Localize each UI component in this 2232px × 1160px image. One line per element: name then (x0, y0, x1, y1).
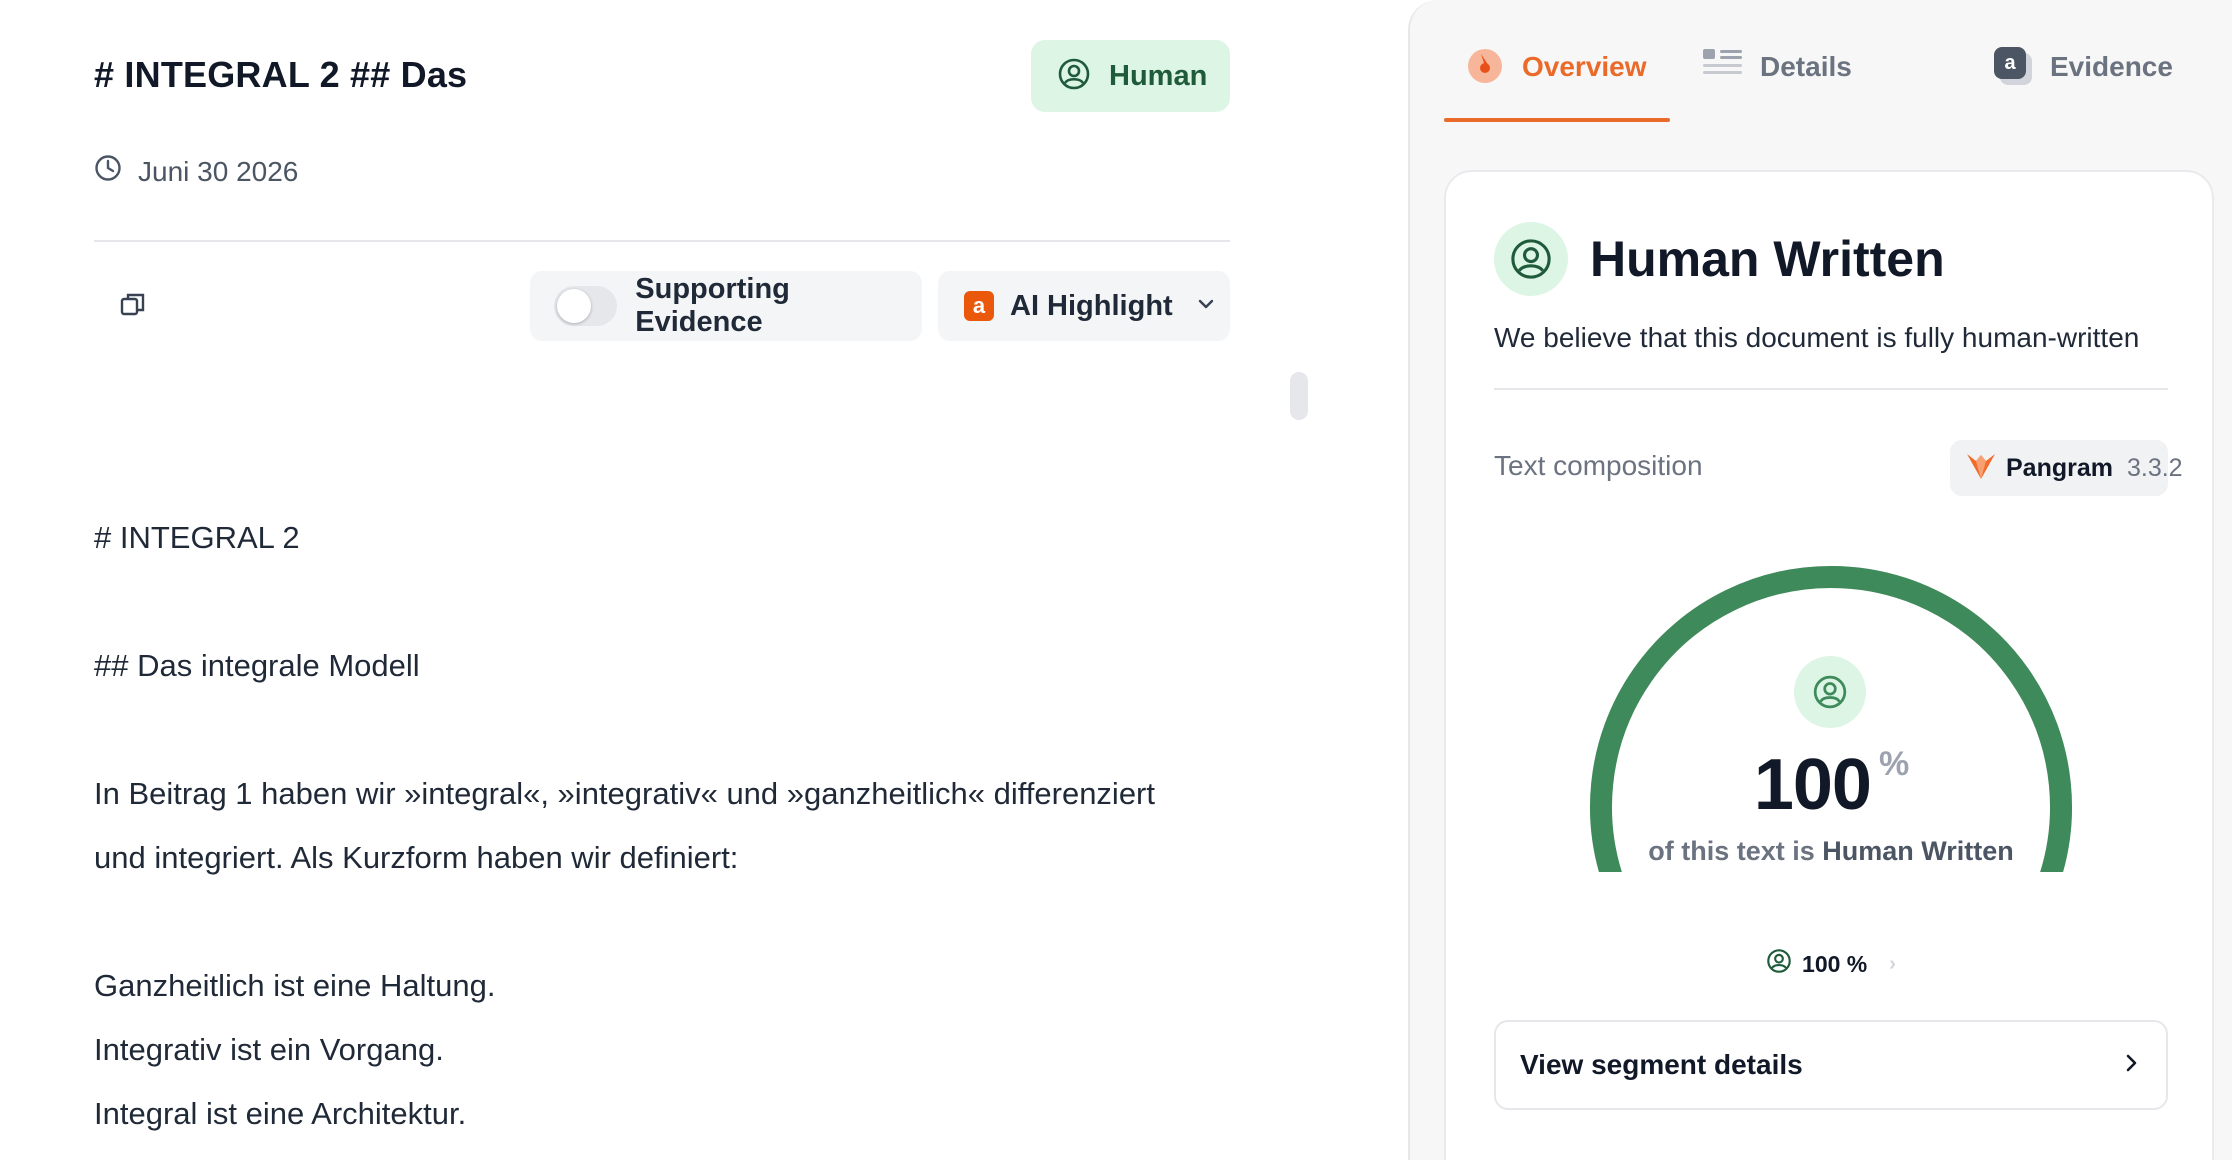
card-divider (1494, 388, 2168, 390)
document-pane: # INTEGRAL 2 ## Das Human Juni 30 2026 S… (0, 0, 1408, 1160)
document-title: # INTEGRAL 2 ## Das (94, 54, 468, 95)
ai-badge-icon: a (964, 291, 994, 321)
ai-highlight-dropdown[interactable]: a AI Highlight (938, 271, 1230, 341)
score-caption: of this text is Human Written (1648, 836, 2014, 866)
date-text: Juni 30 2026 (138, 155, 299, 187)
body-line: und integriert. Als Kurzform haben wir d… (94, 840, 739, 875)
human-badge[interactable]: Human (1031, 40, 1230, 112)
active-tab-indicator (1444, 118, 1670, 122)
tab-details[interactable]: Details (1682, 38, 1872, 122)
toggle-switch[interactable] (554, 286, 618, 326)
score-unit: % (1878, 745, 1909, 783)
human-badge-label: Human (1109, 59, 1208, 92)
supporting-evidence-toggle[interactable]: Supporting Evidence (530, 271, 922, 341)
sidebar-tabs: Overview Details a Evidence (1444, 38, 2204, 122)
model-version: 3.3.2 (2126, 453, 2183, 482)
evidence-icon: a (1994, 47, 2034, 87)
pangram-logo-icon (1964, 449, 1998, 488)
model-version-badge: Pangram 3.3.2 (1950, 440, 2183, 496)
clock-icon (94, 154, 122, 189)
header-divider (94, 240, 1230, 242)
user-circle-icon (1766, 948, 1792, 980)
view-segment-details-button[interactable]: View segment details (1494, 1020, 2168, 1110)
view-segment-details-label: View segment details (1520, 1049, 1803, 1080)
score-value: 100% (1753, 745, 1909, 825)
body-line: Integral ist eine Architektur. (94, 1096, 467, 1131)
scrollbar-thumb[interactable] (1290, 372, 1308, 420)
tab-evidence[interactable]: a Evidence (1974, 38, 2193, 122)
model-name: Pangram (2006, 453, 2113, 482)
tab-overview[interactable]: Overview (1444, 38, 1667, 122)
body-line: Ganzheitlich ist eine Haltung. (94, 968, 496, 1003)
result-description: We believe that this document is fully h… (1494, 322, 2140, 353)
body-line: Integrativ ist ein Vorgang. (94, 1032, 444, 1067)
tab-evidence-label: Evidence (2050, 51, 2173, 82)
supporting-evidence-label: Supporting Evidence (635, 273, 790, 338)
tab-overview-label: Overview (1522, 51, 1647, 82)
body-line: In Beitrag 1 haben wir »integral«, »inte… (94, 776, 1155, 811)
ai-highlight-label: AI Highlight (1010, 289, 1173, 322)
list-icon (1702, 47, 1744, 88)
analysis-sidebar: Overview Details a Evidence Human Writte… (1408, 0, 2232, 1160)
chevron-right-icon: › (1889, 952, 1896, 975)
body-line: # INTEGRAL 2 (94, 520, 300, 555)
chevron-down-icon (1195, 293, 1217, 320)
chevron-right-icon (2120, 1052, 2142, 1079)
text-composition-label: Text composition (1494, 450, 1703, 481)
copy-icon[interactable] (118, 290, 148, 320)
segment-summary-value: 100 % (1802, 950, 1868, 977)
tab-details-label: Details (1760, 51, 1852, 82)
user-circle-icon (1494, 222, 1568, 296)
segment-summary[interactable]: 100 % › (1446, 948, 2216, 980)
result-card: Human Written We believe that this docum… (1444, 170, 2214, 1160)
body-line: ## Das integrale Modell (94, 648, 420, 683)
user-circle-icon (1057, 57, 1091, 96)
user-circle-icon (1794, 656, 1866, 728)
gauge-icon (1464, 44, 1506, 91)
result-title: Human Written (1590, 231, 1945, 287)
document-date: Juni 30 2026 (94, 154, 298, 189)
